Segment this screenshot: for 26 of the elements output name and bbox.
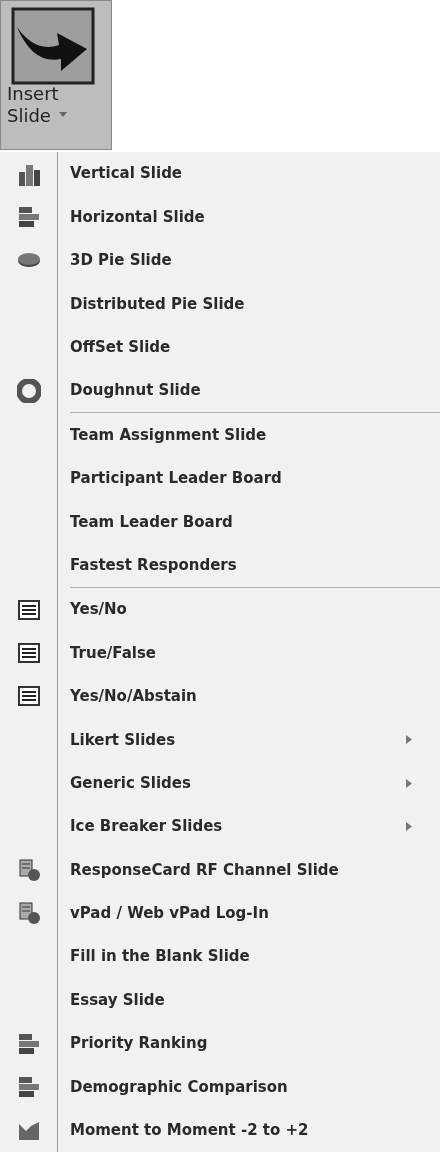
- menu-item[interactable]: Vertical Slide: [70, 162, 432, 185]
- menu-item[interactable]: Moment to Moment -2 to +2: [70, 1119, 432, 1142]
- menu-item[interactable]: ResponseCard RF Channel Slide: [70, 858, 432, 882]
- menu-item[interactable]: Yes/No/Abstain: [70, 685, 432, 708]
- menu-item[interactable]: Essay Slide: [70, 988, 432, 1012]
- menu-item[interactable]: Fill in the Blank Slide: [70, 945, 432, 968]
- menu-item[interactable]: Fastest Responders: [70, 553, 432, 577]
- menu-item[interactable]: Team Leader Board: [70, 510, 432, 534]
- menu-item[interactable]: vPad / Web vPad Log-In: [70, 902, 432, 925]
- menu-item[interactable]: Horizontal Slide: [70, 205, 432, 229]
- menu-item[interactable]: OffSet Slide: [70, 336, 432, 359]
- menu-item[interactable]: Participant Leader Board: [70, 467, 432, 490]
- menu-item[interactable]: Likert Slides: [70, 728, 406, 751]
- menu-item[interactable]: Demographic Comparison: [70, 1075, 432, 1099]
- menu-item[interactable]: Ice Breaker Slides: [70, 815, 406, 838]
- menu-item[interactable]: Priority Ranking: [70, 1032, 432, 1055]
- button-label: Insert Slide: [7, 83, 59, 126]
- menu-item[interactable]: True/False: [70, 641, 432, 665]
- menu-item[interactable]: 3D Pie Slide: [70, 249, 432, 272]
- caret-icon: [59, 112, 67, 119]
- menu-item[interactable]: Distributed Pie Slide: [70, 292, 432, 316]
- insert-slide-button[interactable]: Insert Slide: [0, 0, 112, 150]
- menu-item[interactable]: Doughnut Slide: [70, 379, 432, 402]
- menu-item[interactable]: Yes/No: [70, 598, 432, 621]
- menu-item[interactable]: Generic Slides: [70, 771, 406, 795]
- menu-item[interactable]: Team Assignment Slide: [70, 423, 432, 447]
